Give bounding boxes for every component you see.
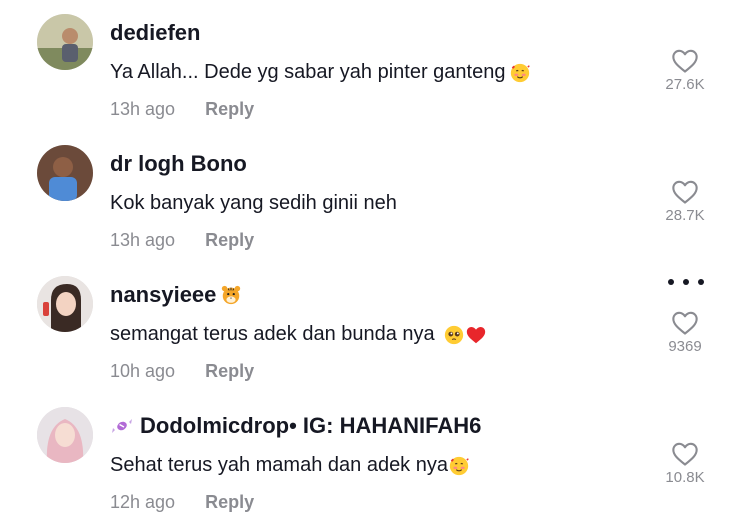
avatar-image xyxy=(37,145,93,201)
pleading-face-icon xyxy=(443,324,465,346)
comment-item: Dodolmicdrop• IG: HAHANIFAH6 Sehat terus… xyxy=(0,393,740,523)
like-button[interactable]: 10.8K xyxy=(655,441,715,486)
like-button[interactable]: 28.7K xyxy=(655,179,715,224)
comment-text: Sehat terus yah mamah dan adek nya xyxy=(110,454,470,477)
comment-item: dr logh Bono Kok banyak yang sedih ginii… xyxy=(0,131,740,261)
heart-outline-icon xyxy=(672,49,698,73)
red-heart-icon xyxy=(465,324,487,346)
smiling-face-with-hearts-icon xyxy=(448,455,470,477)
comment-item: dediefen Ya Allah... Dede yg sabar yah p… xyxy=(0,0,740,130)
smiling-face-with-hearts-icon xyxy=(509,62,531,84)
comment-text: semangat terus adek dan bunda nya xyxy=(110,323,487,346)
like-button[interactable]: 27.6K xyxy=(655,48,715,93)
avatar-image xyxy=(37,276,93,332)
like-count: 10.8K xyxy=(665,469,705,486)
heart-outline-icon xyxy=(672,442,698,466)
heart-outline-icon xyxy=(672,311,698,335)
comment-meta: 13h ago Reply xyxy=(110,230,254,251)
avatar[interactable] xyxy=(37,276,93,332)
reply-button[interactable]: Reply xyxy=(205,230,254,250)
like-count: 9369 xyxy=(668,338,702,355)
comment-text: Kok banyak yang sedih ginii neh xyxy=(110,192,397,214)
avatar-image xyxy=(37,14,93,70)
avatar[interactable] xyxy=(37,14,93,70)
reply-button[interactable]: Reply xyxy=(205,99,254,119)
avatar-image xyxy=(37,407,93,463)
comment-time: 10h ago xyxy=(110,361,176,381)
comment-username[interactable]: dr logh Bono xyxy=(110,151,247,177)
comment-meta: 12h ago Reply xyxy=(110,492,254,513)
candy-icon xyxy=(110,414,134,438)
heart-outline-icon xyxy=(672,180,698,204)
comment-text: Ya Allah... Dede yg sabar yah pinter gan… xyxy=(110,61,531,84)
comment-item: nansyieee semangat terus adek dan bunda … xyxy=(0,262,740,392)
comment-username[interactable]: Dodolmicdrop• IG: HAHANIFAH6 xyxy=(110,413,481,439)
tiger-face-icon xyxy=(220,284,242,306)
avatar[interactable] xyxy=(37,145,93,201)
reply-button[interactable]: Reply xyxy=(205,361,254,381)
comment-username[interactable]: nansyieee xyxy=(110,282,242,308)
comment-time: 13h ago xyxy=(110,230,176,250)
avatar[interactable] xyxy=(37,407,93,463)
like-count: 28.7K xyxy=(665,207,705,224)
comment-meta: 13h ago Reply xyxy=(110,99,254,120)
comment-meta: 10h ago Reply xyxy=(110,361,254,382)
like-button[interactable]: 9369 xyxy=(655,310,715,355)
comment-username[interactable]: dediefen xyxy=(110,20,200,46)
like-count: 27.6K xyxy=(665,76,705,93)
comment-time: 13h ago xyxy=(110,99,176,119)
comment-time: 12h ago xyxy=(110,492,176,512)
reply-button[interactable]: Reply xyxy=(205,492,254,512)
